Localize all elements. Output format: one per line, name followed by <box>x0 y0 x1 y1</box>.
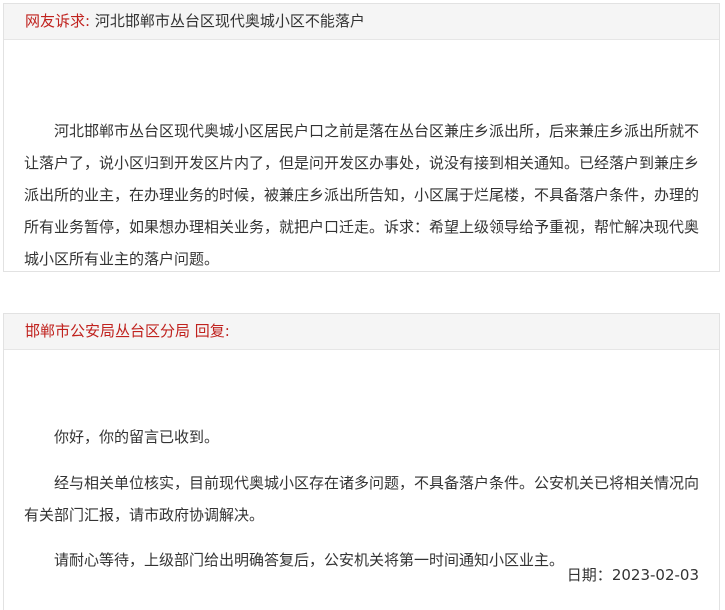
reply-date-value: 2023-02-03 <box>611 566 699 584</box>
reply-date-label: 日期： <box>566 566 612 584</box>
reply-label: 邯郸市公安局丛台区分局 回复: <box>25 322 230 340</box>
reply-paragraph-1: 你好，你的留言已收到。 <box>54 428 220 446</box>
complaint-label: 网友诉求: <box>25 12 91 30</box>
reply-paragraph-2: 经与相关单位核实，目前现代奥城小区存在诸多问题，不具备落户条件。公安机关已将相关… <box>24 474 700 524</box>
complaint-body: 河北邯郸市丛台区现代奥城小区居民户口之前是落在丛台区兼庄乡派出所，后来兼庄乡派出… <box>4 40 719 275</box>
reply-card: 邯郸市公安局丛台区分局 回复: 你好，你的留言已收到。 经与相关单位核实，目前现… <box>3 313 720 610</box>
complaint-title: 河北邯郸市丛台区现代奥城小区不能落户 <box>94 12 365 30</box>
complaint-header: 网友诉求: 河北邯郸市丛台区现代奥城小区不能落户 <box>4 4 719 40</box>
reply-body: 你好，你的留言已收到。 经与相关单位核实，目前现代奥城小区存在诸多问题，不具备落… <box>4 350 719 576</box>
complaint-text: 河北邯郸市丛台区现代奥城小区居民户口之前是落在丛台区兼庄乡派出所，后来兼庄乡派出… <box>24 122 700 268</box>
reply-header: 邯郸市公安局丛台区分局 回复: <box>4 314 719 350</box>
complaint-card: 网友诉求: 河北邯郸市丛台区现代奥城小区不能落户 河北邯郸市丛台区现代奥城小区居… <box>3 3 720 272</box>
reply-date: 日期：2023-02-03 <box>567 564 699 585</box>
